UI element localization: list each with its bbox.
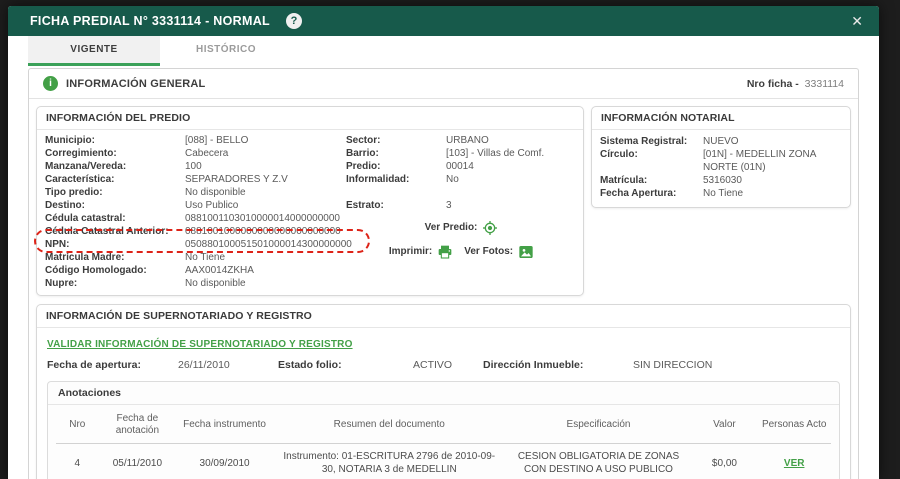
modal-header: FICHA PREDIAL N° 3331114 - NORMAL ? ✕ <box>8 6 879 36</box>
print-photos-row: Imprimir: <box>346 243 577 260</box>
panel-informacion-predio: INFORMACIÓN DEL PREDIO Municipio:[088] -… <box>36 106 584 296</box>
panel-informacion-notarial: INFORMACIÓN NOTARIAL Sistema Registral:N… <box>591 106 851 208</box>
predio-right-column: Sector:URBANO Barrio:[103] - Villas de C… <box>346 134 577 260</box>
cell-fecha-anotacion: 05/11/2010 <box>99 444 177 479</box>
field-informalidad: Informalidad:No <box>346 173 577 186</box>
field-corregimiento: Corregimiento:Cabecera <box>45 147 350 160</box>
anotaciones-box: Anotaciones Nro Fecha de anotación <box>47 381 840 479</box>
col-resumen: Resumen del documento <box>273 407 506 444</box>
field-municipio: Municipio:[088] - BELLO <box>45 134 350 147</box>
field-fecha-apertura-notarial: Fecha Apertura:No Tiene <box>600 187 842 200</box>
field-caracteristica: Característica:SEPARADORES Y Z.V <box>45 173 350 186</box>
cell-personas-acto: VER <box>757 444 831 479</box>
col-nro: Nro <box>56 407 99 444</box>
table-row: 4 05/11/2010 30/09/2010 Instrumento: 01-… <box>56 444 831 479</box>
nro-ficha-label: Nro ficha - <box>747 78 799 90</box>
imprimir-label: Imprimir: <box>389 246 432 257</box>
panel-title-supernotariado: INFORMACIÓN DE SUPERNOTARIADO Y REGISTRO <box>37 305 850 328</box>
panel-supernotariado: INFORMACIÓN DE SUPERNOTARIADO Y REGISTRO… <box>36 304 851 479</box>
cell-nro: 4 <box>56 444 99 479</box>
snr-body: VALIDAR INFORMACIÓN DE SUPERNOTARIADO Y … <box>37 328 850 479</box>
general-header: i INFORMACIÓN GENERAL Nro ficha - 333111… <box>29 69 858 99</box>
tab-historico[interactable]: HISTÓRICO <box>160 36 292 66</box>
ficha-predial-modal: FICHA PREDIAL N° 3331114 - NORMAL ? ✕ VI… <box>8 6 879 479</box>
col-fecha-instrumento: Fecha instrumento <box>176 407 273 444</box>
field-manzana-vereda: Manzana/Vereda:100 <box>45 160 350 173</box>
field-sector: Sector:URBANO <box>346 134 577 147</box>
direccion-inmueble-value: SIN DIRECCION <box>633 358 712 372</box>
printer-icon[interactable] <box>437 244 453 260</box>
col-personas-acto: Personas Acto <box>757 407 831 444</box>
direccion-inmueble-label: Dirección Inmueble: <box>483 358 633 372</box>
field-nupre: Nupre:No disponible <box>45 277 350 290</box>
field-estrato: Estrato:3 <box>346 199 577 212</box>
field-cedula-catastral: Cédula catastral:08810011030100000140000… <box>45 212 350 225</box>
ver-predio-row: Ver Predio: <box>346 219 577 236</box>
estado-folio-label: Estado folio: <box>278 358 413 372</box>
field-barrio: Barrio:[103] - Villas de Comf. <box>346 147 577 160</box>
fecha-apertura-value: 26/11/2010 <box>178 358 278 372</box>
ver-fotos-label: Ver Fotos: <box>464 246 513 257</box>
anotaciones-title: Anotaciones <box>48 382 839 405</box>
snr-fields-row: Fecha de apertura: 26/11/2010 Estado fol… <box>47 358 840 372</box>
tab-vigente[interactable]: VIGENTE <box>28 36 160 66</box>
predio-body: Municipio:[088] - BELLO Corregimiento:Ca… <box>37 130 583 295</box>
cell-resumen: Instrumento: 01-ESCRITURA 2796 de 2010-0… <box>273 444 506 479</box>
predio-left-column: Municipio:[088] - BELLO Corregimiento:Ca… <box>45 134 350 290</box>
estado-folio-value: ACTIVO <box>413 358 483 372</box>
section-title-general: INFORMACIÓN GENERAL <box>66 78 205 90</box>
col-especificacion: Especificación <box>506 407 692 444</box>
field-sistema-registral: Sistema Registral:NUEVO <box>600 135 842 148</box>
field-circulo: Círculo:[01N] - MEDELLIN ZONA NORTE (01N… <box>600 148 842 174</box>
ver-personas-link[interactable]: VER <box>784 458 805 469</box>
ver-predio-target-icon[interactable] <box>482 220 498 236</box>
field-tipo-predio: Tipo predio:No disponible <box>45 186 350 199</box>
panels-area: INFORMACIÓN DEL PREDIO Municipio:[088] -… <box>29 99 858 479</box>
table-header-row: Nro Fecha de anotación Fecha instrumento… <box>56 407 831 444</box>
modal-title: FICHA PREDIAL N° 3331114 - NORMAL <box>30 14 270 28</box>
field-destino: Destino:Uso Publico <box>45 199 350 212</box>
panel-title-notarial: INFORMACIÓN NOTARIAL <box>592 107 850 130</box>
ver-predio-label: Ver Predio: <box>425 222 478 233</box>
col-valor: Valor <box>692 407 758 444</box>
notarial-body: Sistema Registral:NUEVO Círculo:[01N] - … <box>592 130 850 207</box>
field-cedula-catastral-anterior: Cédula Catastral Anterior:08810010000000… <box>45 225 350 238</box>
content-card: i INFORMACIÓN GENERAL Nro ficha - 333111… <box>28 68 859 479</box>
cell-especificacion: CESION OBLIGATORIA DE ZONAS CON DESTINO … <box>506 444 692 479</box>
nro-ficha-value: 3331114 <box>805 78 844 90</box>
field-matricula: Matrícula:5316030 <box>600 174 842 187</box>
cell-valor: $0,00 <box>692 444 758 479</box>
tabbar: VIGENTE HISTÓRICO <box>8 36 879 66</box>
field-npn: NPN:050880100051501000014300000000 <box>45 238 350 251</box>
screen: FICHA PREDIAL N° 3331114 - NORMAL ? ✕ VI… <box>0 0 900 479</box>
field-matricula-madre: Matrícula Madre:No Tiene <box>45 251 350 264</box>
info-icon: i <box>43 76 58 91</box>
anotaciones-table: Nro Fecha de anotación Fecha instrumento… <box>56 407 831 479</box>
fecha-apertura-label: Fecha de apertura: <box>47 358 178 372</box>
close-icon[interactable]: ✕ <box>851 14 863 28</box>
cell-fecha-instrumento: 30/09/2010 <box>176 444 273 479</box>
validar-snr-link[interactable]: VALIDAR INFORMACIÓN DE SUPERNOTARIADO Y … <box>47 339 353 350</box>
nro-ficha: Nro ficha - 3331114 <box>747 78 844 90</box>
panel-title-predio: INFORMACIÓN DEL PREDIO <box>37 107 583 130</box>
field-codigo-homologado: Código Homologado:AAX0014ZKHA <box>45 264 350 277</box>
col-fecha-anotacion: Fecha de anotación <box>99 407 177 444</box>
field-predio: Predio:00014 <box>346 160 577 173</box>
help-icon[interactable]: ? <box>286 13 302 29</box>
photos-image-icon[interactable] <box>518 244 534 260</box>
